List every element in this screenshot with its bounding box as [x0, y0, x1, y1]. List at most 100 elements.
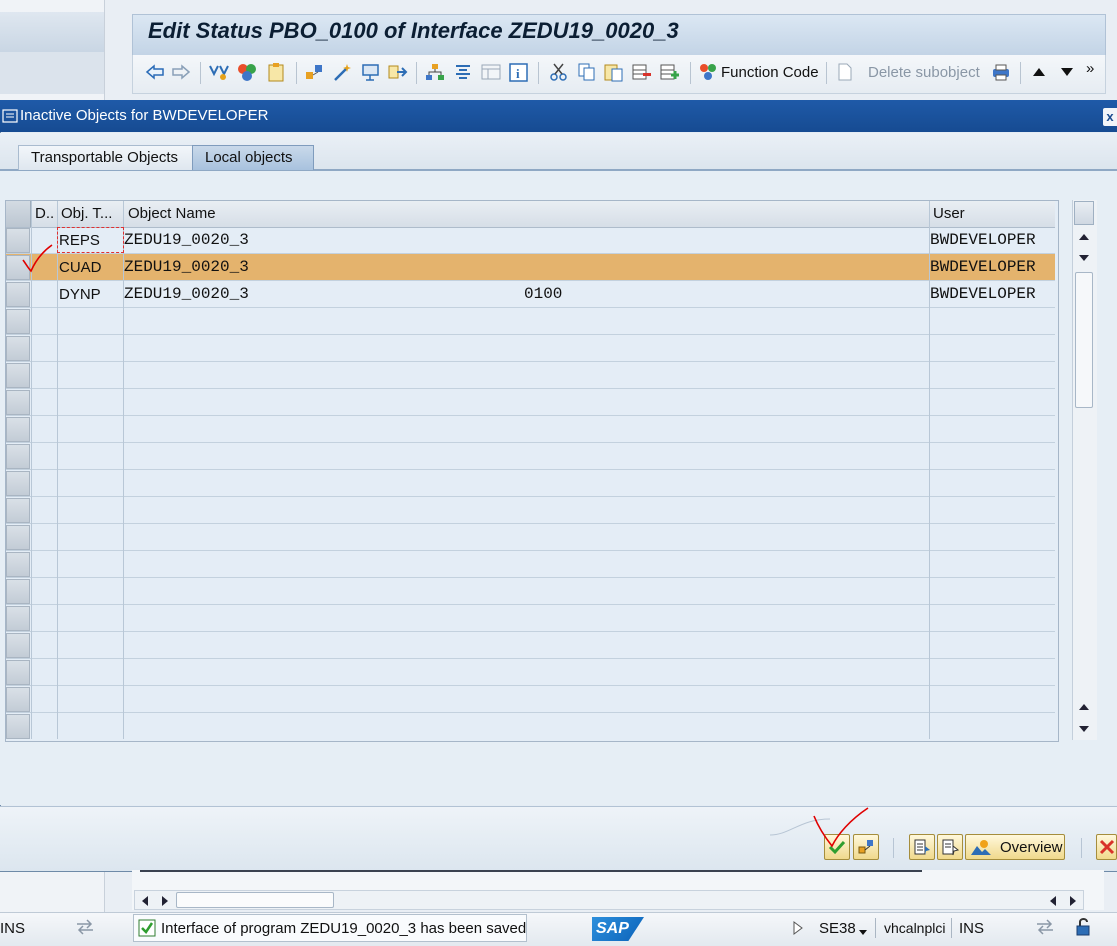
column-header-obj-type[interactable]: Obj. T... — [61, 205, 112, 222]
row-selector[interactable] — [6, 552, 30, 577]
table-row-empty — [6, 632, 1055, 659]
sync-icon[interactable] — [74, 918, 96, 939]
scroll-left-icon[interactable] — [1048, 894, 1058, 910]
tree-structure-icon[interactable] — [424, 60, 446, 84]
column-header-d[interactable]: D.. — [35, 205, 54, 222]
row-selector[interactable] — [6, 579, 30, 604]
table-row-empty — [6, 416, 1055, 443]
scroll-up-icon[interactable] — [1078, 253, 1090, 266]
success-check-icon — [138, 919, 156, 940]
cut-icon[interactable] — [548, 60, 570, 84]
row-selector[interactable] — [6, 714, 30, 739]
function-code-button[interactable]: Function Code — [698, 60, 819, 84]
column-divider — [929, 201, 930, 739]
row-selector[interactable] — [6, 471, 30, 496]
tab-transportable-objects[interactable]: Transportable Objects — [18, 145, 196, 170]
row-selector[interactable] — [6, 390, 30, 415]
window-layout-icon[interactable] — [480, 60, 502, 84]
scroll-right-icon[interactable] — [1068, 894, 1078, 910]
back-arrow-icon[interactable] — [145, 60, 165, 84]
insert-mode[interactable]: INS — [959, 920, 984, 937]
column-header-user[interactable]: User — [933, 205, 965, 222]
paste-icon[interactable] — [603, 60, 625, 84]
function-code-label: Function Code — [721, 63, 819, 81]
triangle-down-icon[interactable] — [1060, 60, 1074, 84]
column-divider — [57, 201, 58, 739]
activate-icon[interactable] — [236, 60, 258, 84]
deselect-button[interactable] — [937, 834, 963, 860]
scroll-right-icon[interactable] — [160, 894, 170, 910]
column-header-object-name[interactable]: Object Name — [128, 205, 216, 222]
screen-painter-icon[interactable] — [360, 60, 382, 84]
row-selector[interactable] — [6, 444, 30, 469]
cell-obj-type[interactable]: CUAD — [59, 259, 102, 276]
info-icon[interactable]: i — [508, 60, 530, 84]
triangle-up-icon[interactable] — [1032, 60, 1046, 84]
column-settings-button[interactable] — [1074, 201, 1094, 225]
cell-sub-object[interactable]: 0100 — [524, 285, 562, 303]
scroll-down-icon[interactable] — [1078, 702, 1090, 715]
row-selector[interactable] — [6, 282, 30, 307]
sync-icon[interactable] — [1034, 918, 1056, 939]
toolbar-separator — [690, 62, 691, 84]
print-icon[interactable] — [990, 60, 1012, 84]
magic-wand-icon[interactable] — [332, 60, 354, 84]
horizontal-scroll-thumb[interactable] — [176, 892, 334, 908]
table-row-empty — [6, 470, 1055, 497]
column-divider — [123, 201, 124, 739]
scroll-top-icon[interactable] — [1078, 232, 1090, 245]
more-icon[interactable]: » — [1086, 56, 1094, 80]
transaction-code[interactable]: SE38 — [819, 920, 856, 937]
row-selector[interactable] — [6, 363, 30, 388]
check-syntax-icon[interactable] — [208, 60, 230, 84]
cell-obj-type[interactable]: REPS — [59, 232, 100, 249]
overview-button[interactable]: Overview — [965, 834, 1065, 860]
row-selector[interactable] — [6, 660, 30, 685]
row-selector[interactable] — [6, 633, 30, 658]
select-block-icon — [914, 839, 930, 855]
select-all-cell[interactable] — [6, 201, 31, 227]
annotation-checkmark-icon — [813, 807, 869, 848]
toolbar-separator — [1020, 62, 1021, 84]
dropdown-icon[interactable] — [858, 924, 868, 940]
row-selector[interactable] — [6, 336, 30, 361]
cell-obj-type[interactable]: DYNP — [59, 286, 101, 303]
forward-arrow-icon[interactable] — [171, 60, 191, 84]
row-selector[interactable] — [6, 525, 30, 550]
overview-label: Overview — [1000, 838, 1063, 856]
cancel-button[interactable] — [1096, 834, 1117, 860]
play-icon[interactable] — [792, 921, 804, 938]
cell-object-name[interactable]: ZEDU19_0020_3 — [124, 258, 249, 276]
scroll-bottom-icon[interactable] — [1078, 724, 1090, 737]
align-list-icon[interactable] — [452, 60, 474, 84]
cell-object-name[interactable]: ZEDU19_0020_3 — [124, 285, 249, 303]
cell-user[interactable]: BWDEVELOPER — [930, 258, 1036, 276]
cell-object-name[interactable]: ZEDU19_0020_3 — [124, 231, 249, 249]
row-selector[interactable] — [6, 687, 30, 712]
select-block-button[interactable] — [909, 834, 935, 860]
transfer-icon[interactable] — [387, 60, 409, 84]
lock-icon[interactable] — [1074, 917, 1096, 940]
delete-subobject-button[interactable]: Delete subobject — [836, 60, 980, 84]
row-selector[interactable] — [6, 606, 30, 631]
hierarchy-icon[interactable] — [304, 60, 326, 84]
insert-row-icon[interactable] — [659, 60, 681, 84]
row-selector[interactable] — [6, 498, 30, 523]
delete-row-icon[interactable] — [631, 60, 653, 84]
cell-user[interactable]: BWDEVELOPER — [930, 285, 1036, 303]
dialog-menu-icon[interactable] — [2, 108, 18, 127]
row-selector[interactable] — [6, 309, 30, 334]
vertical-scroll-thumb[interactable] — [1075, 272, 1093, 408]
tab-local-objects[interactable]: Local objects — [192, 145, 314, 170]
copy-icon[interactable] — [576, 60, 598, 84]
status-separator — [951, 918, 952, 938]
cell-user[interactable]: BWDEVELOPER — [930, 231, 1036, 249]
tab-label: Transportable Objects — [31, 149, 179, 166]
footer-separator — [1081, 838, 1082, 858]
table-row-empty — [6, 659, 1055, 686]
dialog-close-button[interactable]: x — [1103, 108, 1117, 126]
row-selector[interactable] — [6, 417, 30, 442]
clipboard-icon[interactable] — [265, 60, 287, 84]
scroll-left-icon[interactable] — [140, 894, 150, 910]
table-row-empty — [6, 605, 1055, 632]
